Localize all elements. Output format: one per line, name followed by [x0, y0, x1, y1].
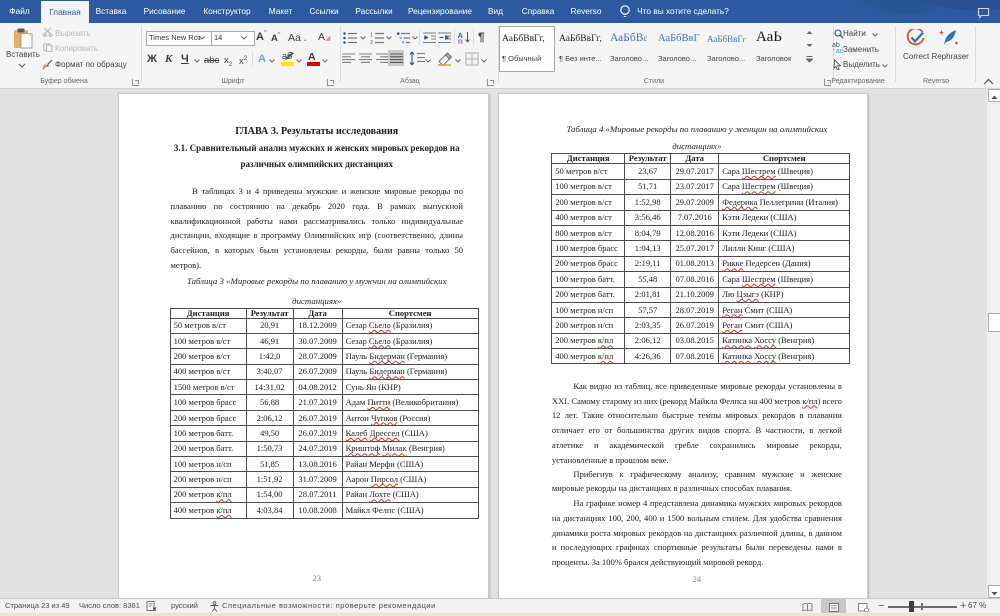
svg-text:2: 2 [370, 40, 373, 44]
svg-text:Я: Я [458, 38, 463, 45]
svg-text:1: 1 [370, 33, 373, 39]
